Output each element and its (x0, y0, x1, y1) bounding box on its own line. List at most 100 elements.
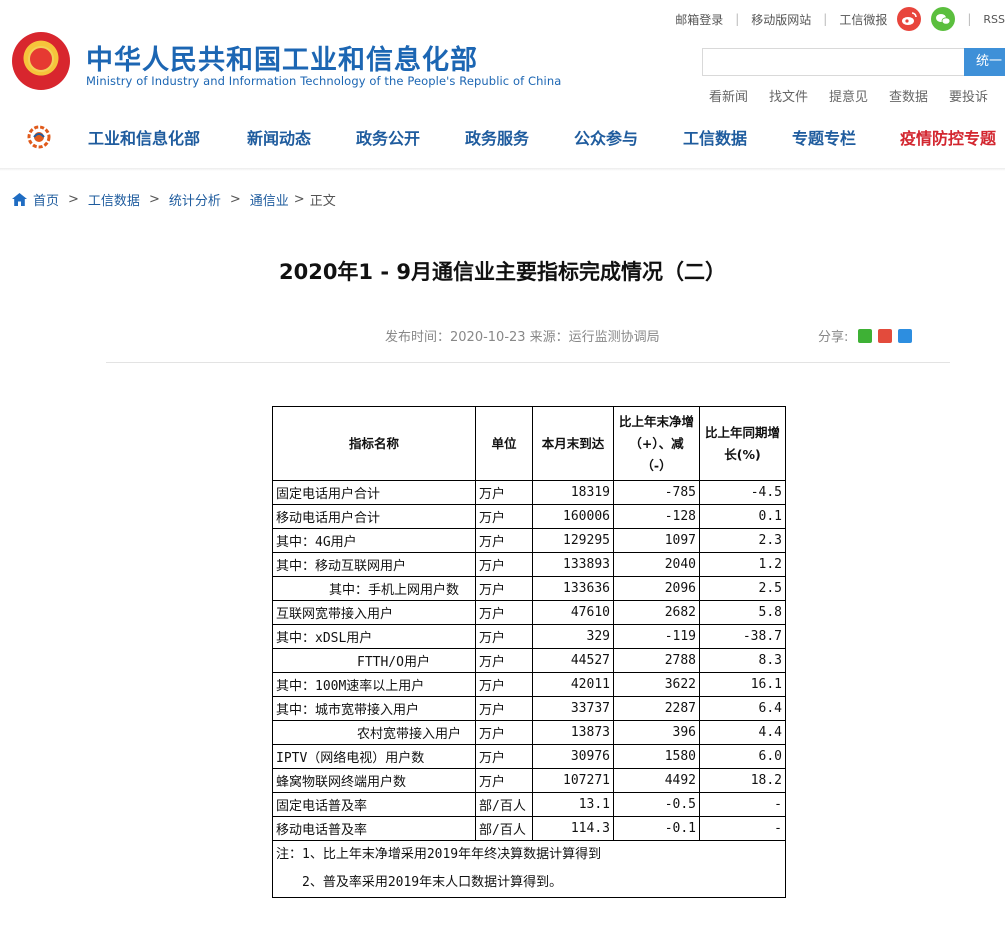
current-value-cell: 129295 (532, 528, 614, 553)
current-value-cell: 47610 (532, 600, 614, 625)
nav-miit[interactable]: 工业和信息化部 (88, 125, 200, 149)
indicator-name-cell: 移动电话普及率 (272, 816, 476, 841)
table-row: 互联网宽带接入用户 万户 47610 2682 5.8 (272, 600, 786, 625)
separator: | (823, 12, 828, 26)
indicator-name-cell: 蜂窝物联网终端用户数 (272, 768, 476, 793)
quick-link-documents[interactable]: 找文件 (769, 86, 808, 105)
share-wechat-icon[interactable] (858, 328, 873, 343)
mailbox-login-link[interactable]: 邮箱登录 (675, 11, 723, 28)
current-value-cell: 160006 (532, 504, 614, 529)
current-value-cell: 42011 (532, 672, 614, 697)
table-notes-row: 注：1、比上年末净增采用2019年年终决算数据计算得到 2、普及率采用2019年… (272, 840, 786, 898)
table-row: 其中：移动互联网用户 万户 133893 2040 1.2 (272, 552, 786, 577)
growth-cell: 0.1 (699, 504, 786, 529)
header-current: 本月末到达 (532, 406, 614, 481)
indicator-table: 指标名称 单位 本月末到达 比上年末净增 （+）、减 （-） 比上年同期增 长(… (272, 406, 786, 898)
growth-cell: 6.0 (699, 744, 786, 769)
indicator-name-cell: IPTV（网络电视）用户数 (272, 744, 476, 769)
breadcrumb-data[interactable]: 工信数据 (88, 190, 140, 209)
nav-government-services[interactable]: 政务服务 (465, 125, 529, 149)
nav-government-affairs[interactable]: 政务公开 (356, 125, 420, 149)
breadcrumb-statistics[interactable]: 统计分析 (169, 190, 221, 209)
weibo-icon[interactable] (897, 7, 922, 31)
share-weibo-icon[interactable] (878, 328, 893, 343)
unit-cell: 万户 (475, 576, 533, 601)
quick-link-data[interactable]: 查数据 (889, 86, 928, 105)
ministry-name-cn[interactable]: 中华人民共和国工业和信息化部 (86, 38, 478, 77)
share-qq-icon[interactable] (898, 328, 913, 343)
unit-cell: 万户 (475, 504, 533, 529)
nav-public-participation[interactable]: 公众参与 (574, 125, 638, 149)
unit-cell: 万户 (475, 720, 533, 745)
breadcrumb-telecom[interactable]: 通信业 (250, 190, 289, 209)
table-notes: 注：1、比上年末净增采用2019年年终决算数据计算得到 2、普及率采用2019年… (272, 840, 786, 898)
miit-weibo-link[interactable]: 工信微报 (839, 11, 887, 28)
nav-news[interactable]: 新闻动态 (247, 125, 311, 149)
net-change-cell: 3622 (613, 672, 700, 697)
search-input[interactable] (702, 48, 964, 76)
search-button[interactable]: 统一 (964, 48, 1005, 76)
wechat-icon[interactable] (931, 7, 956, 31)
table-row: 移动电话用户合计 万户 160006 -128 0.1 (272, 504, 786, 529)
article-meta: 发布时间：2020-10-23 来源：运行监测协调局 (385, 330, 660, 345)
unit-cell: 万户 (475, 696, 533, 721)
breadcrumb-home[interactable]: 首页 (33, 190, 59, 209)
indicator-name-cell: 其中：手机上网用户数 (272, 576, 476, 601)
unit-cell: 万户 (475, 744, 533, 769)
indicator-name-cell: 移动电话用户合计 (272, 504, 476, 529)
table-row: 其中：手机上网用户数 万户 133636 2096 2.5 (272, 576, 786, 601)
net-change-cell: -119 (613, 624, 700, 649)
net-change-cell: 2040 (613, 552, 700, 577)
current-value-cell: 13.1 (532, 792, 614, 817)
current-value-cell: 30976 (532, 744, 614, 769)
quick-link-feedback[interactable]: 提意见 (829, 86, 868, 105)
nav-epidemic-topic[interactable]: 疫情防控专题 (900, 125, 996, 149)
table-row: 其中：xDSL用户 万户 329 -119 -38.7 (272, 624, 786, 649)
indicator-name-cell: 其中：移动互联网用户 (272, 552, 476, 577)
net-change-cell: 396 (613, 720, 700, 745)
separator: | (967, 12, 972, 26)
growth-cell: 8.3 (699, 648, 786, 673)
growth-cell: - (699, 792, 786, 817)
rss-link[interactable]: RSS (983, 13, 1005, 26)
header-unit: 单位 (475, 406, 533, 481)
net-change-cell: 1097 (613, 528, 700, 553)
table-row: 其中：100M速率以上用户 万户 42011 3622 16.1 (272, 672, 786, 697)
separator: | (735, 12, 740, 26)
table-row: IPTV（网络电视）用户数 万户 30976 1580 6.0 (272, 744, 786, 769)
net-change-cell: -785 (613, 480, 700, 505)
current-value-cell: 18319 (532, 480, 614, 505)
quick-link-complaint[interactable]: 要投诉 (949, 86, 988, 105)
current-value-cell: 133636 (532, 576, 614, 601)
table-row: FTTH/O用户 万户 44527 2788 8.3 (272, 648, 786, 673)
note-2: 2、普及率采用2019年末人口数据计算得到。 (302, 875, 563, 890)
current-value-cell: 33737 (532, 696, 614, 721)
miit-logo-icon[interactable] (26, 124, 52, 150)
nav-special-topics[interactable]: 专题专栏 (792, 125, 856, 149)
article-title: 2020年1 - 9月通信业主要指标完成情况（二） (278, 260, 726, 284)
net-change-cell: 4492 (613, 768, 700, 793)
net-change-cell: 2788 (613, 648, 700, 673)
current-value-cell: 329 (532, 624, 614, 649)
table-row: 其中：城市宽带接入用户 万户 33737 2287 6.4 (272, 696, 786, 721)
unit-cell: 万户 (475, 552, 533, 577)
home-icon (12, 193, 27, 206)
share-bar: 分享: (818, 326, 913, 345)
nav-data[interactable]: 工信数据 (683, 125, 747, 149)
table-row: 固定电话普及率 部/百人 13.1 -0.5- (272, 792, 786, 817)
quick-link-news[interactable]: 看新闻 (709, 86, 748, 105)
mobile-site-link[interactable]: 移动版网站 (751, 11, 811, 28)
unit-cell: 部/百人 (475, 792, 533, 817)
growth-cell: 18.2 (699, 768, 786, 793)
indicator-name-cell: 其中：4G用户 (272, 528, 476, 553)
growth-cell: -4.5 (699, 480, 786, 505)
unit-cell: 万户 (475, 648, 533, 673)
nav-divider (0, 168, 1005, 171)
indicator-name-cell: 其中：城市宽带接入用户 (272, 696, 476, 721)
growth-cell: -38.7 (699, 624, 786, 649)
indicator-name-cell: 互联网宽带接入用户 (272, 600, 476, 625)
growth-cell: 2.3 (699, 528, 786, 553)
article-divider (106, 362, 950, 363)
table-row: 蜂窝物联网终端用户数 万户 107271 4492 18.2 (272, 768, 786, 793)
breadcrumb-separator: > (229, 192, 241, 207)
